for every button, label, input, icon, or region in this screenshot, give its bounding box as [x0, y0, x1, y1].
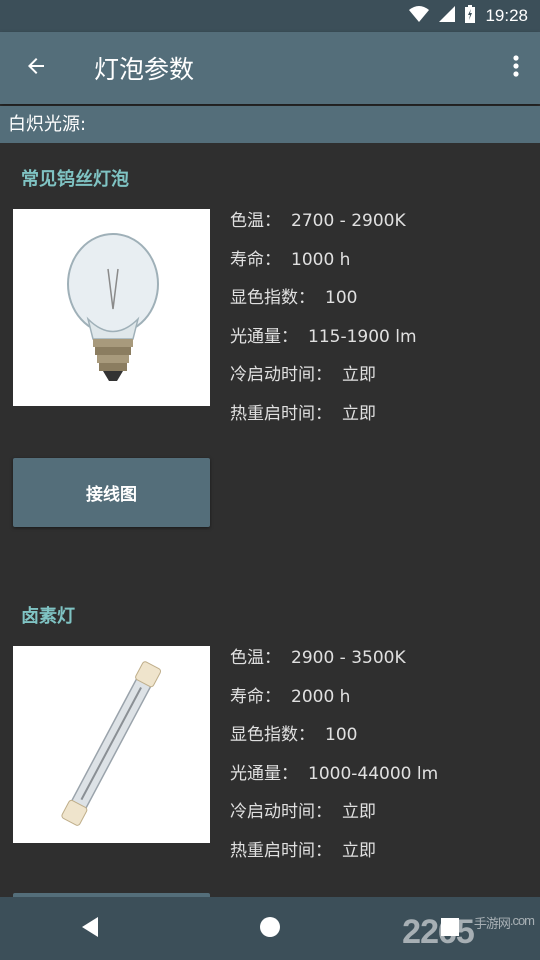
nav-back-button[interactable]: [60, 899, 120, 959]
product-image-incandescent-bulb: [13, 209, 210, 406]
status-bar: 19:28: [0, 0, 540, 32]
spec-label: 寿命：: [230, 686, 281, 707]
spec-row: 冷启动时间： 立即: [230, 793, 438, 832]
watermark-site: 手游网: [473, 916, 511, 931]
more-vert-icon: [512, 54, 520, 82]
spec-value: 1000-44000 lm: [308, 763, 439, 784]
spec-value: 立即: [342, 365, 376, 386]
wiring-diagram-button[interactable]: 接线图: [13, 458, 210, 527]
product-title: 卤素灯: [21, 606, 75, 627]
signal-icon: [439, 6, 456, 26]
spec-row: 色温： 2900 - 3500K: [230, 639, 438, 678]
spec-label: 显色指数：: [230, 288, 315, 309]
section-header: 白炽光源:: [0, 106, 540, 143]
triangle-back-icon: [80, 916, 100, 942]
spec-value: 100: [325, 725, 358, 746]
spec-label: 冷启动时间：: [230, 365, 332, 386]
spec-label: 色温：: [230, 648, 281, 668]
back-button[interactable]: [0, 32, 72, 104]
spec-value: 立即: [342, 840, 376, 861]
circle-home-icon: [259, 916, 281, 942]
spec-label: 色温：: [230, 211, 281, 231]
spec-row: 热重启时间： 立即: [230, 832, 438, 871]
watermark-domain: .com: [509, 913, 535, 928]
spec-label: 寿命：: [230, 249, 281, 270]
spec-label: 热重启时间：: [230, 403, 332, 424]
spec-label: 冷启动时间：: [230, 802, 332, 823]
site-watermark-logo: 2265手游网.com: [402, 913, 535, 952]
spec-list: 色温： 2700 - 2900K 寿命： 1000 h 显色指数： 100 光通量： 1…: [230, 202, 417, 434]
arrow-left-icon: [24, 54, 48, 82]
wifi-icon: [409, 6, 430, 26]
watermark-brand: 2265: [402, 913, 475, 951]
page-title: 灯泡参数: [94, 55, 195, 84]
spec-row: 冷启动时间： 立即: [230, 356, 417, 395]
product-image-halogen-lamp: [13, 646, 210, 843]
spec-row: 显色指数： 100: [230, 279, 417, 318]
spec-value: 100: [325, 288, 358, 309]
spec-value: 115-1900 lm: [308, 326, 417, 347]
spec-row: 寿命： 1000 h: [230, 241, 417, 280]
overflow-menu-button[interactable]: [492, 32, 540, 104]
spec-row: 热重启时间： 立即: [230, 395, 417, 434]
spec-row: 光通量： 1000-44000 lm: [230, 755, 438, 794]
spec-label: 热重启时间：: [230, 840, 332, 861]
spec-row: 光通量： 115-1900 lm: [230, 318, 417, 357]
spec-label: 光通量：: [230, 763, 298, 784]
spec-list: 色温： 2900 - 3500K 寿命： 2000 h 显色指数： 100 光通量： 1…: [230, 639, 438, 871]
spec-value: 1000 h: [291, 249, 351, 270]
spec-value: 2000 h: [291, 686, 351, 707]
spec-label: 光通量：: [230, 326, 298, 347]
app-bar: 灯泡参数: [0, 32, 540, 104]
spec-value: 2700 - 2900K: [291, 211, 406, 231]
spec-row: 寿命： 2000 h: [230, 678, 438, 717]
spec-value: 立即: [342, 403, 376, 424]
spec-row: 色温： 2700 - 2900K: [230, 202, 417, 241]
nav-home-button[interactable]: [240, 899, 300, 959]
spec-value: 2900 - 3500K: [291, 648, 406, 668]
status-time: 19:28: [485, 6, 528, 25]
spec-label: 显色指数：: [230, 725, 315, 746]
spec-row: 显色指数： 100: [230, 716, 438, 755]
product-title: 常见钨丝灯泡: [21, 169, 129, 190]
battery-charging-icon: [465, 5, 476, 27]
spec-value: 立即: [342, 802, 376, 823]
